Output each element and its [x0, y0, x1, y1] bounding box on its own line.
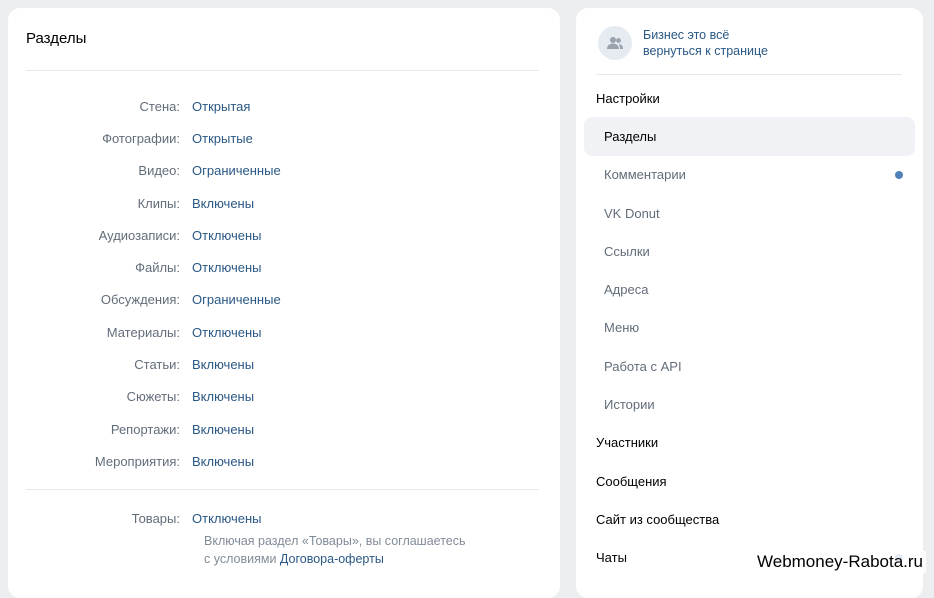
- goods-note-prefix: с условиями: [204, 552, 280, 566]
- goods-note: Включая раздел «Товары», вы соглашаетесь…: [204, 532, 560, 568]
- sidebar-item-7[interactable]: Работа с API: [576, 347, 923, 385]
- sidebar-item-9[interactable]: Участники: [576, 424, 923, 462]
- section-label: Обсуждения:: [100, 292, 180, 308]
- section-value[interactable]: Включены: [192, 389, 254, 404]
- sidebar-item-11[interactable]: Сайт из сообщества: [576, 500, 923, 538]
- section-row: Клипы: Включены: [8, 187, 560, 219]
- section-label: Аудиозаписи:: [98, 227, 180, 243]
- sidebar-item-label: Работа с API: [604, 358, 682, 374]
- section-row: Обсуждения: Ограниченные: [8, 284, 560, 316]
- section-label: Репортажи:: [110, 421, 180, 437]
- group-name: Бизнес это всё: [643, 28, 730, 42]
- section-value[interactable]: Отключены: [192, 325, 261, 340]
- section-label: Мероприятия:: [94, 453, 180, 469]
- sections-panel: Разделы Стена: Открытая Фотографии: Открыты…: [8, 8, 560, 598]
- section-row: Файлы: Отключены: [8, 251, 560, 283]
- group-people-icon: [598, 26, 632, 60]
- section-label: Сюжеты:: [126, 389, 180, 405]
- sidebar-item-label: Комментарии: [604, 167, 686, 183]
- sidebar-item-label: Сообщения: [596, 473, 667, 489]
- sidebar-item-0[interactable]: Настройки: [576, 79, 923, 117]
- sidebar-item-label: Сайт из сообщества: [596, 511, 720, 527]
- sidebar-item-label: Разделы: [604, 128, 657, 144]
- sidebar-item-label: Чаты: [596, 550, 627, 566]
- section-label: Фотографии:: [102, 130, 180, 146]
- sidebar-item-label: Участники: [596, 435, 659, 451]
- sidebar-item-1[interactable]: Разделы: [584, 117, 915, 156]
- goods-note-line: Включая раздел «Товары», вы соглашаетесь: [204, 534, 466, 548]
- sidebar-item-5[interactable]: Адреса: [576, 270, 923, 308]
- sidebar-divider: [596, 74, 902, 75]
- sidebar-item-6[interactable]: Меню: [576, 309, 923, 347]
- section-value[interactable]: Открытые: [192, 131, 253, 146]
- back-to-page-link[interactable]: вернуться к странице: [643, 43, 768, 59]
- offer-agreement-link[interactable]: Договора-оферты: [280, 552, 384, 566]
- sidebar-item-label: Истории: [604, 397, 655, 413]
- section-row: Материалы: Отключены: [8, 316, 560, 348]
- section-value[interactable]: Ограниченные: [192, 163, 281, 178]
- sidebar-item-4[interactable]: Ссылки: [576, 232, 923, 270]
- section-row: Фотографии: Открытые: [8, 122, 560, 154]
- settings-sidebar: Бизнес это всё вернуться к странице Наст…: [576, 8, 923, 598]
- section-label: Стена:: [139, 98, 180, 114]
- section-value[interactable]: Включены: [192, 196, 254, 211]
- title-divider: [26, 70, 539, 71]
- sidebar-item-10[interactable]: Сообщения: [576, 462, 923, 500]
- watermark: Webmoney-Rabota.ru: [754, 551, 926, 573]
- notification-dot-icon: [895, 170, 903, 179]
- sidebar-item-label: Адреса: [604, 282, 649, 298]
- section-value[interactable]: Отключены: [192, 228, 261, 243]
- section-value[interactable]: Ограниченные: [192, 292, 281, 307]
- sidebar-item-8[interactable]: Истории: [576, 385, 923, 423]
- section-row: Аудиозаписи: Отключены: [8, 219, 560, 251]
- section-value[interactable]: Открытая: [192, 99, 250, 114]
- goods-section: Товары: Отключены Включая раздел «Товары…: [8, 511, 560, 568]
- section-row: Стена: Открытая: [8, 90, 560, 122]
- settings-menu: Настройки Разделы Комментарии VK Donut Ссылк…: [576, 79, 923, 577]
- sidebar-item-label: Настройки: [596, 90, 660, 106]
- section-label: Файлы:: [135, 260, 180, 276]
- goods-value[interactable]: Отключены: [192, 511, 261, 526]
- section-row: Репортажи: Включены: [8, 413, 560, 445]
- sidebar-item-label: Ссылки: [604, 243, 650, 259]
- section-row: Видео: Ограниченные: [8, 155, 560, 187]
- group-header[interactable]: Бизнес это всё вернуться к странице: [598, 26, 768, 60]
- section-label: Видео:: [138, 163, 180, 179]
- section-value[interactable]: Включены: [192, 357, 254, 372]
- section-row: Статьи: Включены: [8, 348, 560, 380]
- section-value[interactable]: Включены: [192, 422, 254, 437]
- section-value[interactable]: Отключены: [192, 260, 261, 275]
- sidebar-item-2[interactable]: Комментарии: [576, 156, 923, 194]
- section-row: Сюжеты: Включены: [8, 381, 560, 413]
- sidebar-item-label: VK Donut: [604, 205, 660, 221]
- goods-label: Товары:: [131, 511, 180, 526]
- section-label: Статьи:: [134, 357, 180, 373]
- section-row: Мероприятия: Включены: [8, 445, 560, 477]
- sidebar-item-3[interactable]: VK Donut: [576, 194, 923, 232]
- section-value[interactable]: Включены: [192, 454, 254, 469]
- section-label: Материалы:: [106, 324, 180, 340]
- goods-divider: [26, 489, 539, 490]
- section-label: Клипы:: [137, 195, 180, 211]
- sidebar-item-label: Меню: [604, 320, 640, 336]
- page-title: Разделы: [26, 30, 87, 47]
- sections-list: Стена: Открытая Фотографии: Открытые Видео: О…: [8, 90, 560, 478]
